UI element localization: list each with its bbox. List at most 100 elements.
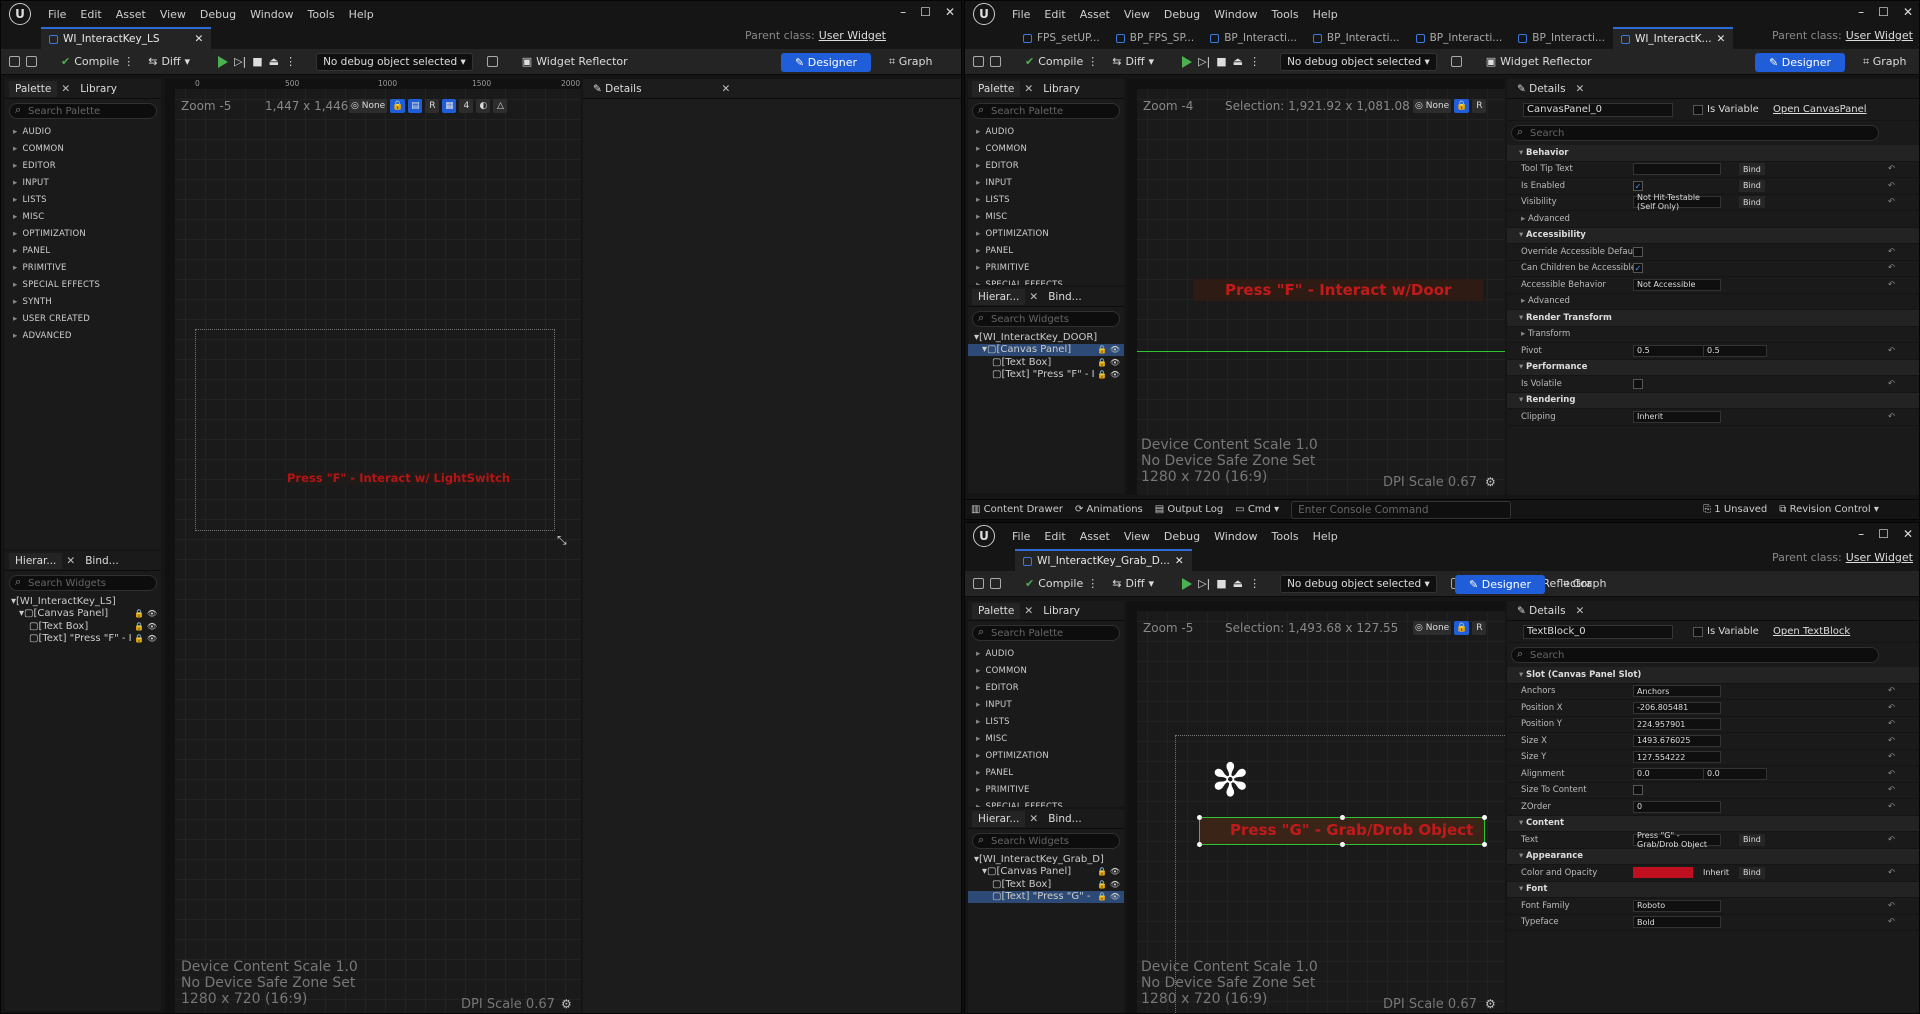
palette-tab[interactable]: Palette	[972, 80, 1021, 97]
widget-name-field[interactable]: CanvasPanel_0	[1523, 102, 1673, 117]
diff-button[interactable]: ⇆ Diff ▾	[1108, 55, 1158, 68]
details-close-icon[interactable]: ✕	[722, 83, 731, 95]
save-icon[interactable]	[973, 56, 984, 67]
reset-icon[interactable]: ↶	[1888, 736, 1895, 746]
cmd-dropdown[interactable]: ▭ Cmd ▾	[1235, 504, 1279, 515]
resize-handle[interactable]	[1197, 815, 1202, 820]
menu-item[interactable]: Window	[1207, 8, 1264, 21]
hierarchy-item[interactable]: ▢ [Text] "Press "F" - I 🔒 👁	[5, 633, 161, 646]
menu-item[interactable]: View	[153, 8, 193, 21]
palette-category[interactable]: EDITOR	[968, 157, 1124, 174]
stop-icon[interactable]: ■	[1216, 577, 1226, 590]
reset-icon[interactable]: ↶	[1888, 785, 1895, 795]
menu-item[interactable]: Asset	[109, 8, 153, 21]
property-row[interactable]: Advanced	[1507, 294, 1919, 310]
details-close-icon[interactable]: ✕	[1576, 605, 1585, 617]
open-class-link[interactable]: Open TextBlock	[1773, 626, 1850, 637]
snap-value-icon[interactable]: 4	[459, 99, 474, 113]
minimize-icon[interactable]: –	[900, 5, 906, 19]
dpi-settings-icon[interactable]: ⚙	[1485, 475, 1496, 489]
palette-category[interactable]: MISC	[968, 730, 1124, 747]
diff-button[interactable]: ⇆ Diff ▾	[144, 55, 194, 68]
hierarchy-item[interactable]: ▾▢ [Canvas Panel] 🔒 👁	[968, 343, 1124, 356]
debug-object-dropdown[interactable]: No debug object selected ▾	[316, 52, 473, 71]
palette-category[interactable]: LISTS	[968, 191, 1124, 208]
palette-close-icon[interactable]: ✕	[1024, 605, 1033, 617]
property-value-field[interactable]: Anchors	[1633, 685, 1721, 698]
visibility-lock-icon[interactable]: 🔒 👁	[134, 622, 157, 631]
resize-handle[interactable]	[1482, 842, 1487, 847]
reset-icon[interactable]: ↶	[1888, 835, 1895, 845]
property-value-field[interactable]: 127.554222	[1633, 751, 1721, 764]
reset-icon[interactable]: ↶	[1888, 917, 1895, 927]
parent-class-link[interactable]: User Widget	[1846, 29, 1913, 42]
color-swatch[interactable]	[1633, 867, 1693, 879]
browse-icon[interactable]	[990, 578, 1001, 589]
globe-icon[interactable]: ◎ None	[1413, 99, 1452, 113]
anchor-icon[interactable]: ✼	[1211, 757, 1250, 803]
compile-button[interactable]: ✔ Compile ⋮	[1021, 55, 1102, 68]
reset-icon[interactable]: ↶	[1888, 752, 1895, 762]
palette-category[interactable]: PANEL	[5, 242, 161, 259]
menu-item[interactable]: Tools	[1264, 530, 1305, 543]
details-tab[interactable]: ✎ Details	[1511, 81, 1572, 97]
close-tab-icon[interactable]: ✕	[1175, 555, 1184, 567]
designer-button[interactable]: ✎ Designer	[1755, 53, 1845, 72]
palette-category[interactable]: INPUT	[968, 174, 1124, 191]
doc-tab[interactable]: FPS_setUP...	[1015, 27, 1108, 49]
hierarchy-close-icon[interactable]: ✕	[1029, 813, 1038, 825]
property-value-field[interactable]: Press "G" - Grab/Drob Object	[1633, 831, 1721, 849]
reset-icon[interactable]: ↶	[1888, 181, 1895, 191]
palette-category[interactable]: SYNTH	[5, 293, 161, 310]
designer-canvas[interactable]: 0 500 1000 1500 2000 Zoom -5 1,447 x 1,4…	[165, 79, 581, 1013]
property-value-field[interactable]: Bold	[1633, 916, 1721, 929]
property-row[interactable]: Content	[1507, 815, 1919, 832]
doc-tab-active[interactable]: WI_InteractKey_LS ✕	[41, 27, 212, 49]
hierarchy-item[interactable]: ▢ [Text Box] 🔒 👁	[5, 620, 161, 633]
respect-locks-icon[interactable]: R	[425, 99, 440, 113]
property-checkbox[interactable]	[1633, 246, 1643, 257]
more-icon[interactable]: ⋮	[1249, 55, 1260, 68]
graph-button[interactable]: ⌗ Graph	[1563, 577, 1606, 591]
unreal-logo-icon[interactable]: U	[973, 525, 995, 547]
property-value-field[interactable]: 0	[1633, 800, 1721, 813]
menu-item[interactable]: Window	[1207, 530, 1264, 543]
property-row[interactable]: Performance	[1507, 359, 1919, 376]
designer-button[interactable]: ✎ Designer	[781, 53, 871, 72]
step-icon[interactable]: ▷|	[1198, 55, 1210, 68]
hierarchy-item[interactable]: ▢ [Text] "Press "F" - I 🔒 👁	[968, 369, 1124, 382]
palette-category[interactable]: PANEL	[968, 764, 1124, 781]
designer-canvas[interactable]: Zoom -5 Selection: 1,493.68 x 127.55 ◎ N…	[1127, 601, 1505, 1013]
reset-icon[interactable]: ↶	[1888, 280, 1895, 290]
palette-category[interactable]: PRIMITIVE	[5, 259, 161, 276]
visibility-lock-icon[interactable]: 🔒 👁	[1097, 892, 1120, 901]
menu-item[interactable]: Asset	[1073, 530, 1117, 543]
menu-item[interactable]: Debug	[193, 8, 243, 21]
debug-object-dropdown[interactable]: No debug object selected ▾	[1280, 52, 1437, 71]
menu-item[interactable]: File	[41, 8, 73, 21]
property-checkbox[interactable]	[1633, 378, 1643, 389]
menu-item[interactable]: Debug	[1157, 530, 1207, 543]
grid-snap-icon[interactable]: ▦	[442, 99, 457, 113]
visibility-lock-icon[interactable]: 🔒 👁	[1097, 867, 1120, 876]
hierarchy-search-input[interactable]: Search Widgets	[972, 833, 1120, 849]
hierarchy-search-input[interactable]: Search Widgets	[972, 311, 1120, 327]
palette-category[interactable]: OPTIMIZATION	[968, 747, 1124, 764]
is-variable-checkbox[interactable]	[1693, 626, 1703, 637]
doc-tab[interactable]: BP_Interacti...	[1408, 27, 1511, 49]
palette-category[interactable]: SPECIAL EFFECTS	[5, 276, 161, 293]
property-value-field[interactable]: Roboto	[1633, 899, 1721, 912]
doc-tab[interactable]: BP_Interacti...	[1305, 27, 1408, 49]
palette-search-input[interactable]: Search Palette	[972, 625, 1120, 641]
lock-icon[interactable]: 🔒	[1454, 99, 1470, 113]
property-row[interactable]: Rendering	[1507, 392, 1919, 409]
hierarchy-item[interactable]: ▾ [WI_InteractKey_Grab_D]	[968, 853, 1124, 866]
palette-category[interactable]: USER CREATED	[5, 310, 161, 327]
visibility-lock-icon[interactable]: 🔒 👁	[1097, 370, 1120, 379]
bind-widgets-tab[interactable]: Bind...	[1042, 811, 1087, 827]
property-value-field[interactable]: -206.805481	[1633, 701, 1721, 714]
hierarchy-item[interactable]: ▾ [WI_InteractKey_DOOR]	[968, 331, 1124, 344]
selected-widget-outline[interactable]: Press "G" - Grab/Drob Object	[1197, 815, 1487, 847]
palette-category[interactable]: PRIMITIVE	[968, 259, 1124, 276]
open-class-link[interactable]: Open CanvasPanel	[1773, 104, 1867, 115]
